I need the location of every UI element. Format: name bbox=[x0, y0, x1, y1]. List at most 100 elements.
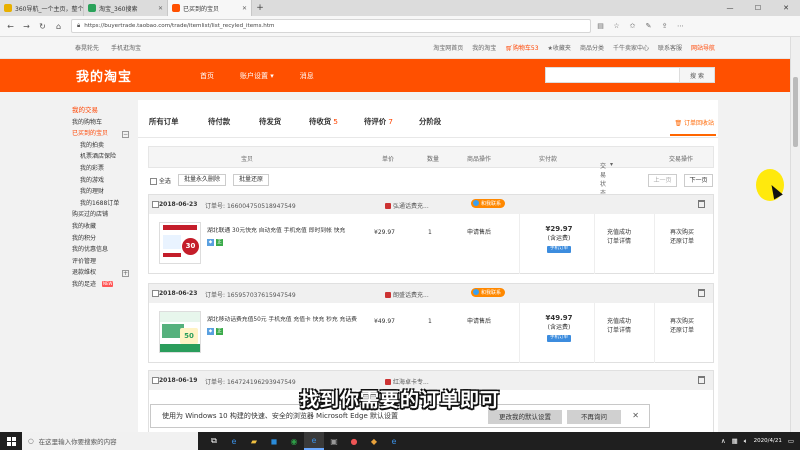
order-checkbox[interactable] bbox=[152, 290, 159, 297]
product-title[interactable]: 湖北联通 30元快充 自动充值 手机充值 即时到帐 快充 bbox=[207, 227, 377, 236]
after-sales-link[interactable]: 申请售后 bbox=[467, 317, 491, 326]
product-thumbnail[interactable]: 30 bbox=[159, 222, 201, 264]
home-icon[interactable]: ⌂ bbox=[52, 20, 65, 33]
expand-icon[interactable]: + bbox=[122, 269, 129, 277]
next-page-button[interactable]: 下一页 bbox=[684, 174, 713, 187]
pen-icon[interactable]: ✎ bbox=[642, 20, 655, 33]
sidebar-item-reviews[interactable]: 评价管理 bbox=[72, 256, 134, 268]
rebuy-link[interactable]: 再次购买 bbox=[664, 228, 700, 237]
bulk-delete-button[interactable]: 批量永久删除 bbox=[178, 174, 227, 186]
sidebar-item-auctions[interactable]: 我的拍卖 bbox=[72, 140, 134, 152]
order-checkbox[interactable] bbox=[152, 377, 159, 384]
favorites-icon[interactable]: ✩ bbox=[626, 20, 639, 33]
app-icon[interactable]: ◆ bbox=[364, 432, 384, 450]
cart-link[interactable]: 🛒︎购物车53 bbox=[505, 43, 538, 52]
recycle-bin-tab[interactable]: 🗑︎ 订单回收站 bbox=[674, 118, 714, 127]
tab-all-orders[interactable]: 所有订单 bbox=[149, 116, 179, 127]
sidebar-item-points[interactable]: 我的积分 bbox=[72, 233, 134, 245]
rebuy-link[interactable]: 再次购买 bbox=[664, 317, 700, 326]
tray-chevron-icon[interactable]: ∧ bbox=[721, 437, 726, 445]
app-icon[interactable]: ▣ bbox=[324, 432, 344, 450]
sidebar-item-shops[interactable]: 购买过的店铺 bbox=[72, 209, 134, 221]
sidebar-item-games[interactable]: 我的游戏 bbox=[72, 175, 134, 187]
change-default-button[interactable]: 更改我的默认设置 bbox=[488, 410, 562, 424]
reading-view-icon[interactable]: ▤ bbox=[594, 20, 607, 33]
sidebar-item-refunds[interactable]: 退款维权 + bbox=[72, 267, 134, 279]
ie-icon[interactable]: e bbox=[384, 432, 404, 450]
more-icon[interactable]: ⋯ bbox=[674, 20, 687, 33]
clock[interactable]: 2020/4/21 bbox=[754, 438, 782, 445]
search-input[interactable]: 搜 索 bbox=[545, 67, 715, 83]
sidebar-item-cart[interactable]: 我的购物车 bbox=[72, 117, 134, 129]
edge-icon[interactable]: e bbox=[224, 432, 244, 450]
edge-active-icon[interactable]: e bbox=[304, 432, 324, 450]
taskbar-search[interactable]: ○ 在这里输入你要搜索的内容 bbox=[22, 432, 198, 450]
app-icon[interactable]: ● bbox=[344, 432, 364, 450]
sidebar-item-lottery[interactable]: 我的彩票 bbox=[72, 163, 134, 175]
close-icon[interactable]: ✕ bbox=[158, 5, 163, 12]
browser-tab-1[interactable]: 360导航_一个主页，整个世 ✕ bbox=[0, 0, 84, 16]
my-taobao-logo[interactable]: 我的淘宝 bbox=[76, 66, 200, 85]
order-checkbox[interactable] bbox=[152, 201, 159, 208]
close-window-icon[interactable]: ✕ bbox=[772, 0, 800, 16]
file-explorer-icon[interactable]: ▰ bbox=[244, 432, 264, 450]
browser-tab-2[interactable]: 淘宝_360搜索 ✕ bbox=[84, 0, 168, 16]
maximize-icon[interactable]: ☐ bbox=[744, 0, 772, 16]
nav-messages[interactable]: 消息 bbox=[300, 71, 314, 81]
select-all[interactable]: 全选 bbox=[150, 176, 171, 185]
order-detail-link[interactable]: 订单详情 bbox=[599, 326, 639, 335]
tab-to-pay[interactable]: 待付款 bbox=[208, 116, 230, 127]
mobile-taobao-link[interactable]: 手机逛淘宝 bbox=[111, 43, 141, 52]
select-all-checkbox[interactable] bbox=[150, 178, 157, 185]
minimize-icon[interactable]: — bbox=[716, 0, 744, 16]
nav-home[interactable]: 首页 bbox=[200, 71, 214, 81]
prev-page-button[interactable]: 上一页 bbox=[648, 174, 677, 187]
restore-order-link[interactable]: 还原订单 bbox=[664, 326, 700, 335]
sidebar-item-bought-items[interactable]: 已买到的宝贝 − bbox=[72, 128, 134, 140]
site-nav-link[interactable]: 网站导航 bbox=[691, 43, 715, 52]
refresh-icon[interactable]: ↻ bbox=[36, 20, 49, 33]
favorites-link[interactable]: ★收藏夹 bbox=[548, 43, 571, 52]
nav-account-settings[interactable]: 账户设置 ▾ bbox=[240, 71, 274, 81]
sidebar-item-favorites[interactable]: 我的收藏 bbox=[72, 221, 134, 233]
favorite-star-icon[interactable]: ☆ bbox=[610, 20, 623, 33]
sidebar-item-coupons[interactable]: 我的优惠信息 bbox=[72, 244, 134, 256]
tab-staged[interactable]: 分阶段 bbox=[419, 116, 441, 127]
store-icon[interactable]: ◼ bbox=[264, 432, 284, 450]
page-scrollbar[interactable] bbox=[790, 37, 800, 432]
browser-tab-3[interactable]: 已买到的宝贝 ✕ bbox=[168, 0, 252, 16]
restore-order-link[interactable]: 还原订单 bbox=[664, 237, 700, 246]
start-button[interactable] bbox=[0, 432, 22, 450]
after-sales-link[interactable]: 申请售后 bbox=[467, 228, 491, 237]
bulk-restore-button[interactable]: 批量还原 bbox=[233, 174, 270, 186]
my-taobao-link[interactable]: 我的淘宝 bbox=[472, 43, 496, 52]
sidebar-item-travel[interactable]: 机票酒店保险 bbox=[72, 151, 134, 163]
product-title[interactable]: 湖北移动话费充值50元 手机充值 充值卡 快充 秒充 充话费 bbox=[207, 316, 377, 325]
username-link[interactable]: 泰晃轮先 bbox=[75, 43, 99, 52]
volume-icon[interactable]: 🔈︎ bbox=[744, 437, 748, 446]
sidebar-item-footprints[interactable]: 我的足迹 NEW bbox=[72, 279, 134, 291]
close-icon[interactable]: ✕ bbox=[242, 5, 247, 12]
network-icon[interactable]: ▦ bbox=[732, 437, 738, 445]
browser-360-icon[interactable]: ◉ bbox=[284, 432, 304, 450]
taobao-home-link[interactable]: 淘宝网首页 bbox=[433, 43, 463, 52]
scrollbar-thumb[interactable] bbox=[793, 77, 798, 147]
back-icon[interactable]: ← bbox=[4, 20, 17, 33]
tab-to-review[interactable]: 待评价 7 bbox=[364, 116, 393, 127]
task-view-icon[interactable]: ⧉ bbox=[204, 432, 224, 450]
notifications-icon[interactable]: ▭ bbox=[788, 437, 794, 445]
search-button[interactable]: 搜 索 bbox=[679, 68, 714, 82]
product-thumbnail[interactable]: 50 bbox=[159, 311, 201, 353]
delete-order-icon[interactable] bbox=[698, 289, 705, 297]
expand-icon[interactable]: − bbox=[122, 130, 129, 138]
dont-ask-button[interactable]: 不再询问 bbox=[567, 410, 621, 424]
sidebar-item-my-trades[interactable]: 我的交易 bbox=[72, 105, 134, 117]
url-field[interactable]: 🔒︎ https://buyertrade.taobao.com/trade/i… bbox=[71, 19, 591, 33]
shop-link[interactable]: 朗盛话费充... bbox=[385, 290, 429, 299]
delete-order-icon[interactable] bbox=[698, 376, 705, 384]
delete-order-icon[interactable] bbox=[698, 200, 705, 208]
seller-center-link[interactable]: 千牛卖家中心 bbox=[613, 43, 649, 52]
contact-seller-button[interactable]: 和我联系 bbox=[471, 288, 506, 297]
forward-icon[interactable]: → bbox=[20, 20, 33, 33]
order-detail-link[interactable]: 订单详情 bbox=[599, 237, 639, 246]
